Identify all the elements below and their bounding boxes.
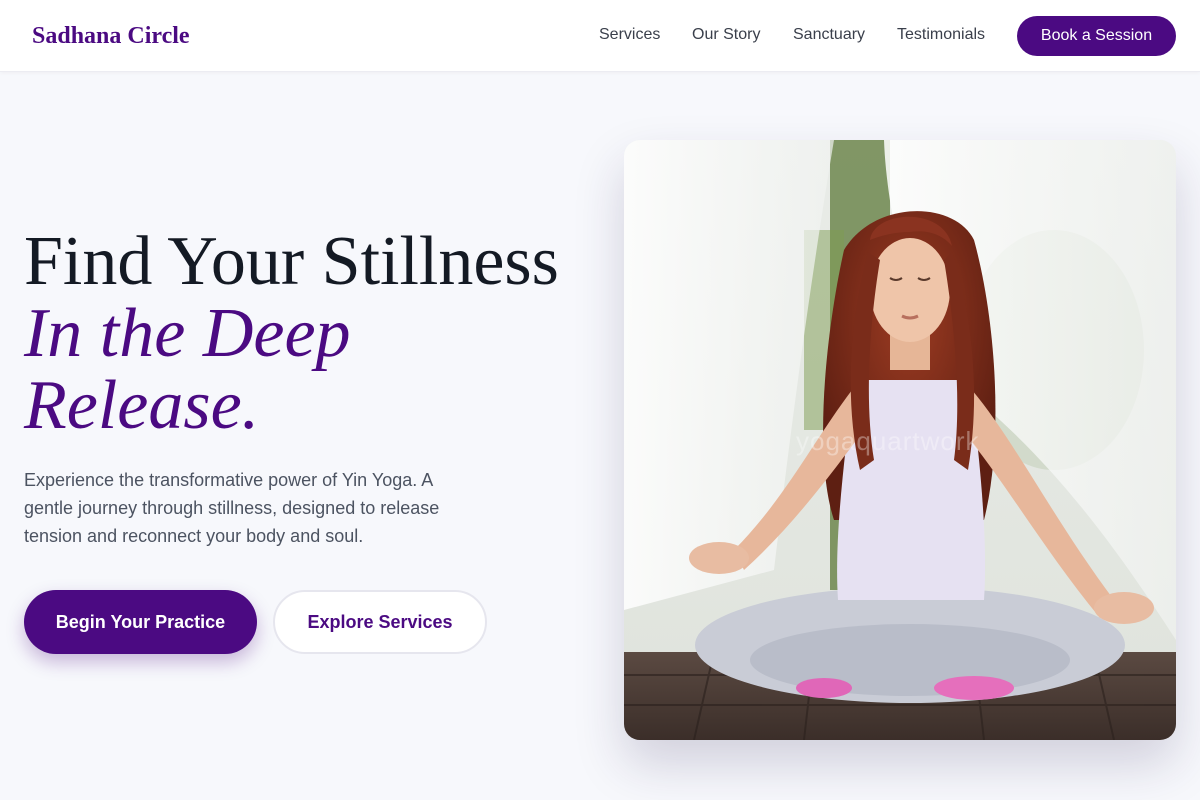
- nav-link-sanctuary[interactable]: Sanctuary: [793, 24, 865, 46]
- image-watermark: yogaquartwork: [796, 426, 980, 456]
- nav-link-services[interactable]: Services: [599, 24, 660, 46]
- hero-title-line-3: Release.: [24, 367, 260, 444]
- hero-title-line-2: In the Deep: [24, 295, 351, 372]
- site-logo[interactable]: Sadhana Circle: [32, 20, 190, 52]
- hero-image: yogaquartwork: [624, 140, 1176, 740]
- nav-link-our-story[interactable]: Our Story: [692, 24, 760, 46]
- explore-services-button[interactable]: Explore Services: [273, 590, 487, 654]
- site-header: Sadhana Circle Services Our Story Sanctu…: [0, 0, 1200, 72]
- nav-link-testimonials[interactable]: Testimonials: [897, 24, 985, 46]
- book-session-button[interactable]: Book a Session: [1017, 16, 1176, 56]
- begin-practice-button[interactable]: Begin Your Practice: [24, 590, 257, 654]
- hero-description: Experience the transformative power of Y…: [24, 470, 440, 546]
- hero-title-line-1: Find Your Stillness: [24, 223, 559, 300]
